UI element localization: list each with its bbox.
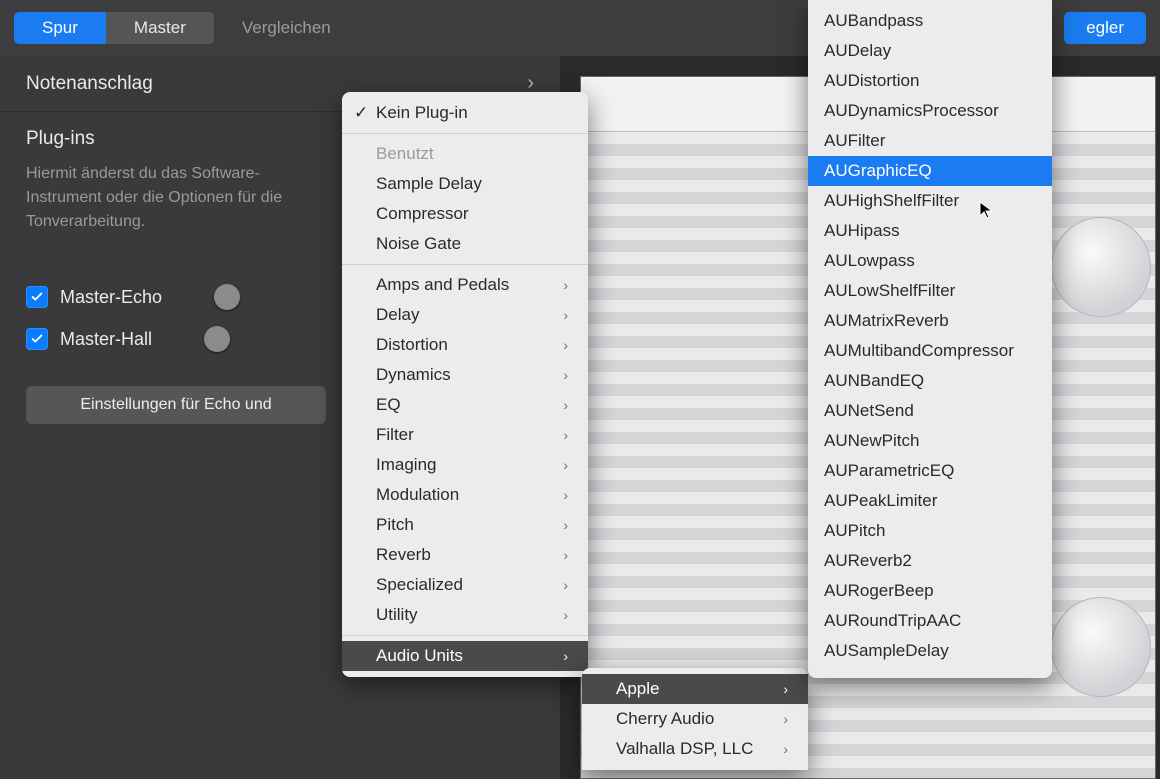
menu-item-category[interactable]: Amps and Pedals› (342, 270, 588, 300)
chevron-right-icon: › (563, 337, 568, 353)
menu-item-no-plugin[interactable]: Kein Plug-in (342, 98, 588, 128)
menu-item-category[interactable]: Pitch› (342, 510, 588, 540)
rack-knob[interactable] (1051, 597, 1151, 697)
menu-separator (342, 635, 588, 636)
menu-item-au-plugin[interactable]: AUParametricEQ (808, 456, 1052, 486)
rack-knob[interactable] (1051, 217, 1151, 317)
chevron-right-icon: › (563, 277, 568, 293)
menu-item-category[interactable]: Specialized› (342, 570, 588, 600)
menu-separator (342, 264, 588, 265)
menu-item-au-plugin[interactable]: AUMatrixReverb (808, 306, 1052, 336)
menu-item-category[interactable]: Modulation› (342, 480, 588, 510)
menu-item-audio-units[interactable]: Audio Units› (342, 641, 588, 671)
master-echo-label: Master-Echo (60, 287, 162, 308)
controls-pill[interactable]: egler (1064, 12, 1146, 44)
tab-master[interactable]: Master (106, 12, 214, 44)
chevron-right-icon: › (783, 681, 788, 697)
menu-item-au-plugin[interactable]: AUGraphicEQ (808, 156, 1052, 186)
chevron-right-icon: › (563, 427, 568, 443)
menu-item-used[interactable]: Noise Gate (342, 229, 588, 259)
cursor-icon (978, 200, 998, 220)
menu-item-au-plugin[interactable]: AUNewPitch (808, 426, 1052, 456)
menu-item-au-plugin[interactable]: AUDelay (808, 36, 1052, 66)
track-master-segmented: Spur Master (14, 12, 214, 44)
au-plugin-menu: AUBandpassAUDelayAUDistortionAUDynamicsP… (808, 0, 1052, 678)
menu-item-au-plugin[interactable]: AUPeakLimiter (808, 486, 1052, 516)
menu-item-vendor[interactable]: Cherry Audio› (582, 704, 808, 734)
menu-section-used: Benutzt (342, 139, 588, 169)
menu-item-au-plugin[interactable]: AUReverb2 (808, 546, 1052, 576)
slider-knob[interactable] (204, 326, 230, 352)
chevron-right-icon: › (783, 741, 788, 757)
chevron-right-icon: › (563, 547, 568, 563)
checkbox-checked-icon[interactable] (26, 328, 48, 350)
velocity-label: Notenanschlag (26, 73, 153, 95)
menu-item-au-plugin[interactable]: AUHipass (808, 216, 1052, 246)
menu-item-au-plugin[interactable]: AUNBandEQ (808, 366, 1052, 396)
chevron-right-icon: › (783, 711, 788, 727)
chevron-right-icon: › (563, 457, 568, 473)
au-vendor-menu: Apple›Cherry Audio›Valhalla DSP, LLC› (582, 668, 808, 770)
menu-item-category[interactable]: Reverb› (342, 540, 588, 570)
menu-item-au-plugin[interactable]: AUHighShelfFilter (808, 186, 1052, 216)
menu-item-au-plugin[interactable]: AUMultibandCompressor (808, 336, 1052, 366)
menu-item-category[interactable]: Imaging› (342, 450, 588, 480)
menu-item-used[interactable]: Sample Delay (342, 169, 588, 199)
chevron-right-icon: › (563, 577, 568, 593)
chevron-right-icon: › (563, 607, 568, 623)
menu-separator (342, 133, 588, 134)
plugin-menu: Kein Plug-in Benutzt Sample DelayCompres… (342, 92, 588, 677)
menu-item-vendor[interactable]: Apple› (582, 674, 808, 704)
checkbox-checked-icon[interactable] (26, 286, 48, 308)
menu-item-au-plugin[interactable]: AUNetSend (808, 396, 1052, 426)
menu-item-au-plugin[interactable]: AURogerBeep (808, 576, 1052, 606)
menu-item-category[interactable]: Utility› (342, 600, 588, 630)
menu-item-au-plugin[interactable]: AUDistortion (808, 66, 1052, 96)
menu-item-au-plugin[interactable]: AUPitch (808, 516, 1052, 546)
chevron-right-icon: › (563, 487, 568, 503)
chevron-right-icon: › (563, 307, 568, 323)
master-hall-label: Master-Hall (60, 329, 152, 350)
menu-item-category[interactable]: Delay› (342, 300, 588, 330)
chevron-right-icon: › (563, 648, 568, 664)
menu-item-au-plugin[interactable]: AUSampleDelay (808, 636, 1052, 666)
compare-button[interactable]: Vergleichen (222, 12, 351, 44)
menu-item-vendor[interactable]: Valhalla DSP, LLC› (582, 734, 808, 764)
echo-hall-settings-button[interactable]: Einstellungen für Echo und (26, 386, 326, 424)
chevron-right-icon: › (563, 397, 568, 413)
menu-item-category[interactable]: Filter› (342, 420, 588, 450)
menu-item-au-plugin[interactable]: AULowpass (808, 246, 1052, 276)
chevron-right-icon: › (563, 367, 568, 383)
plugins-desc: Hiermit änderst du das Software-Instrume… (0, 158, 320, 252)
menu-item-category[interactable]: Distortion› (342, 330, 588, 360)
menu-item-used[interactable]: Compressor (342, 199, 588, 229)
slider-knob[interactable] (214, 284, 240, 310)
tab-track[interactable]: Spur (14, 12, 106, 44)
menu-item-category[interactable]: Dynamics› (342, 360, 588, 390)
menu-item-au-plugin[interactable]: AULowShelfFilter (808, 276, 1052, 306)
menu-item-au-plugin[interactable]: AUDynamicsProcessor (808, 96, 1052, 126)
menu-item-au-plugin[interactable]: AUFilter (808, 126, 1052, 156)
menu-item-au-plugin[interactable]: AURoundTripAAC (808, 606, 1052, 636)
chevron-right-icon: › (563, 517, 568, 533)
menu-item-category[interactable]: EQ› (342, 390, 588, 420)
menu-item-au-plugin[interactable]: AUBandpass (808, 6, 1052, 36)
